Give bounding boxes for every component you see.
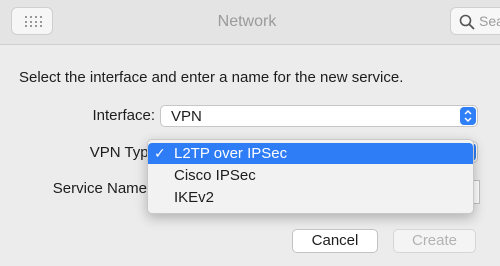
menu-item-label: L2TP over IPSec <box>174 145 288 162</box>
menu-item-l2tp-over-ipsec[interactable]: ✓ L2TP over IPSec <box>148 143 473 164</box>
dialog-prompt: Select the interface and enter a name fo… <box>19 69 404 86</box>
updown-chevron-icon <box>460 107 476 125</box>
menu-item-cisco-ipsec[interactable]: Cisco IPSec <box>148 165 473 186</box>
menu-item-ikev2[interactable]: IKEv2 <box>148 187 473 208</box>
magnifier-icon <box>459 14 475 30</box>
checkmark-icon: ✓ <box>154 145 166 161</box>
menu-item-label: Cisco IPSec <box>174 167 256 184</box>
interface-value: VPN <box>171 108 202 125</box>
cancel-button[interactable]: Cancel <box>292 229 378 253</box>
interface-popup[interactable]: VPN <box>160 105 478 127</box>
search-input[interactable]: Search <box>450 7 500 35</box>
service-name-label: Service Name <box>52 180 147 197</box>
vpn-type-menu: ✓ L2TP over IPSec Cisco IPSec IKEv2 <box>147 139 474 214</box>
create-button[interactable]: Create <box>393 229 476 253</box>
title-bar: Network Search <box>0 0 500 45</box>
window-title: Network <box>217 13 277 30</box>
interface-label: Interface: <box>92 107 155 124</box>
search-placeholder: Search <box>479 13 500 29</box>
menu-item-label: IKEv2 <box>174 189 215 206</box>
